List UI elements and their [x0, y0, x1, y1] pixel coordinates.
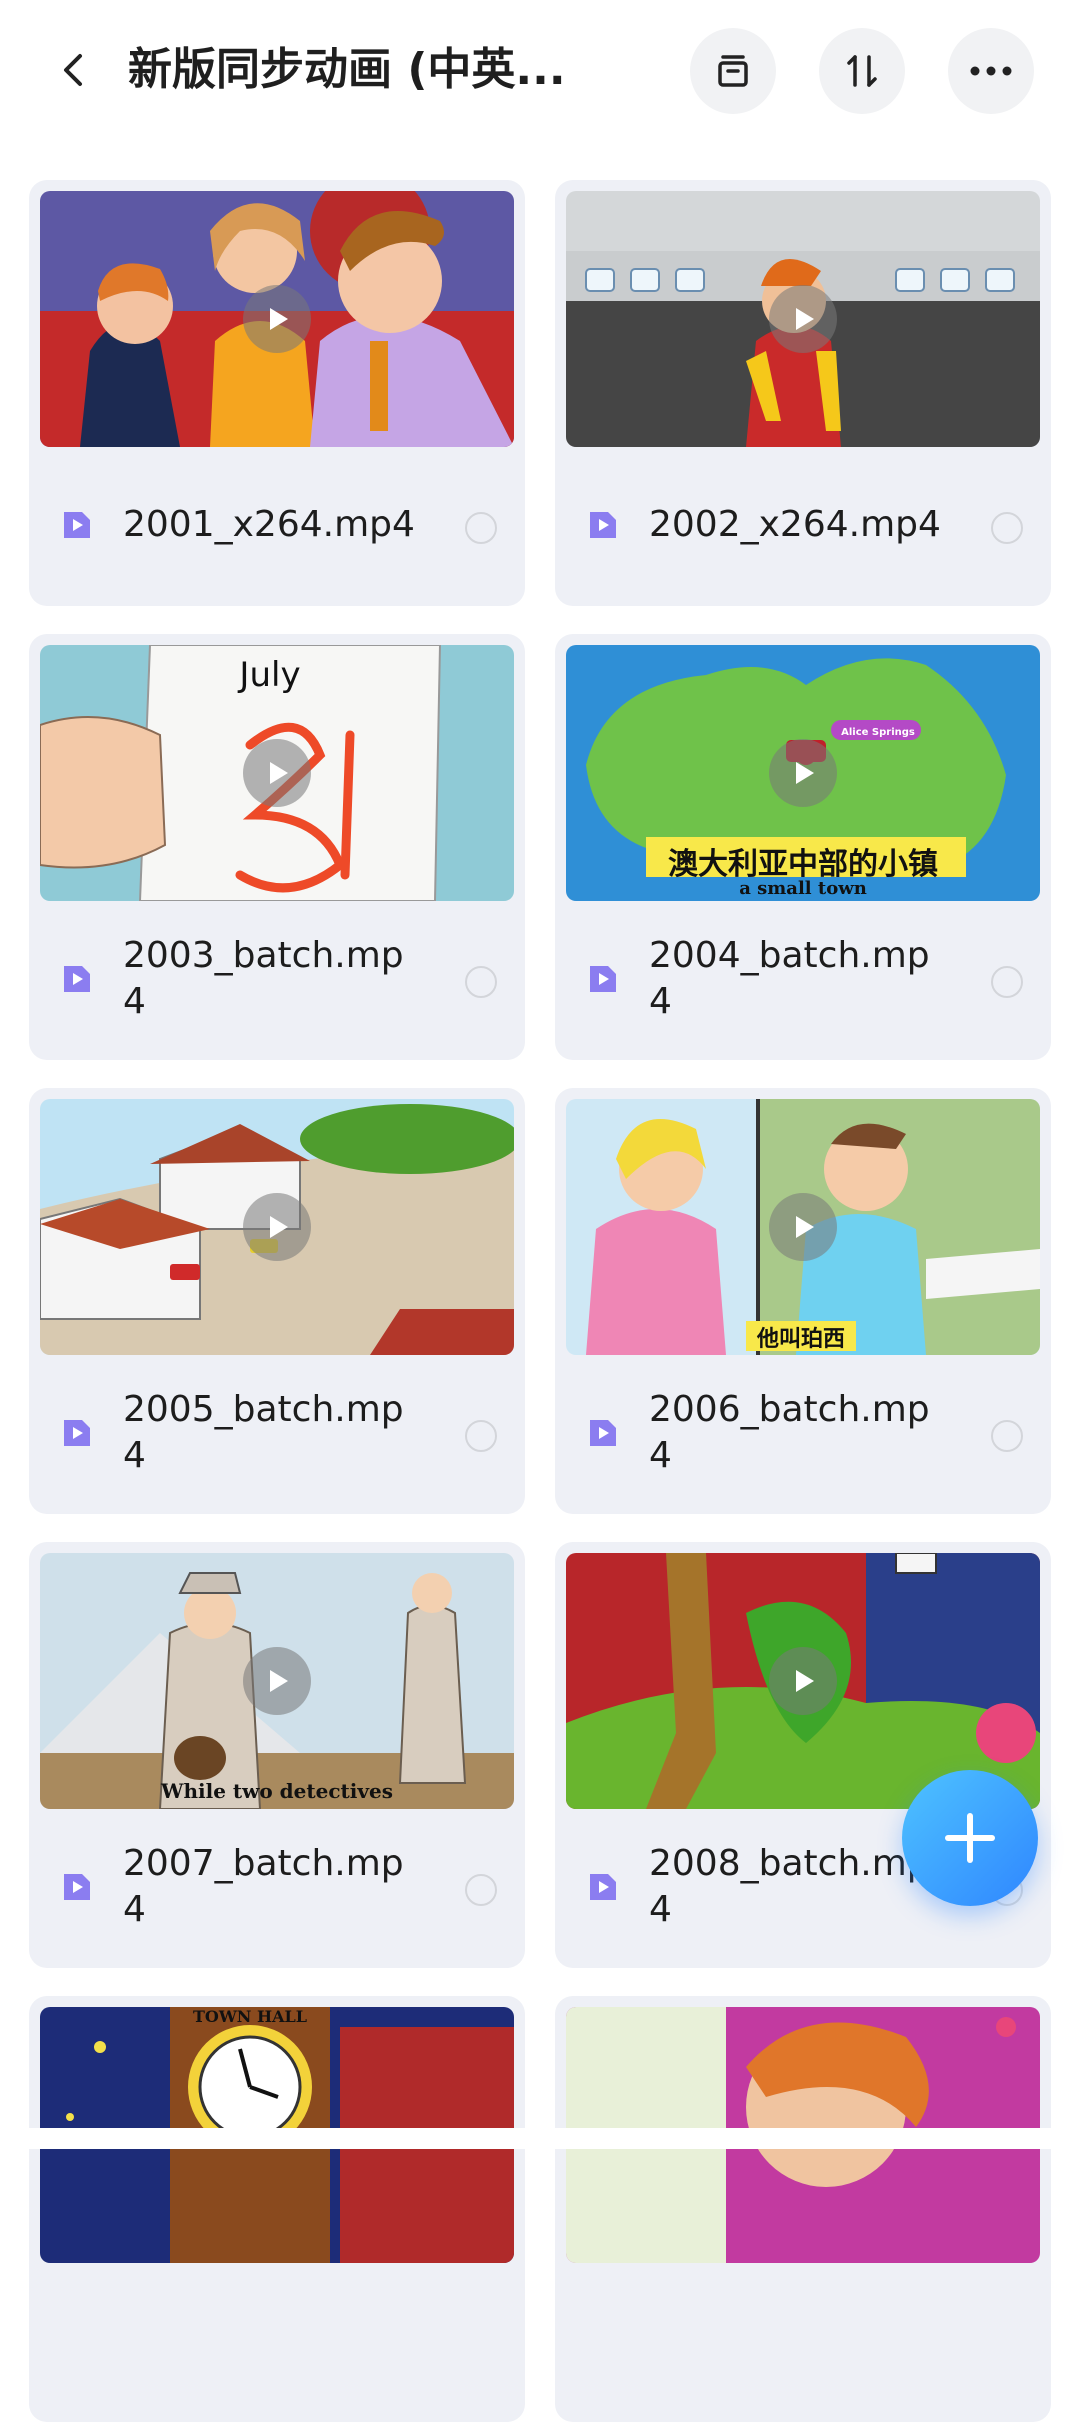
play-icon: [769, 285, 837, 353]
file-card[interactable]: TOWN HALL: [29, 1996, 525, 2422]
chevron-left-icon: [64, 54, 82, 86]
more-horizontal-icon: [970, 66, 1012, 76]
play-icon: [243, 739, 311, 807]
play-icon: [243, 1647, 311, 1715]
add-button[interactable]: [902, 1770, 1038, 1906]
select-radio[interactable]: [991, 966, 1023, 998]
file-card[interactable]: While two detectives 2007_batch.mp4: [29, 1542, 525, 1968]
back-button[interactable]: [44, 40, 104, 100]
video-file-icon: [590, 966, 616, 992]
thumbnail-caption: July: [239, 655, 301, 695]
map-label: Alice Springs: [841, 727, 915, 738]
file-card[interactable]: 他叫珀西 2006_batch.mp4: [555, 1088, 1051, 1514]
video-thumbnail[interactable]: Alice Springs 澳大利亚中部的小镇 a small town: [566, 645, 1040, 901]
play-icon: [769, 739, 837, 807]
thumbnail-caption: 他叫珀西: [756, 1327, 845, 1352]
video-file-icon: [590, 512, 616, 538]
file-name: 2004_batch.mp4: [649, 935, 930, 1022]
file-name: 2007_batch.mp4: [123, 1843, 404, 1930]
sort-icon: [847, 55, 877, 87]
play-icon: [769, 1193, 837, 1261]
file-card[interactable]: [555, 1996, 1051, 2422]
video-thumbnail[interactable]: [40, 1099, 514, 1355]
play-icon: [769, 1647, 837, 1715]
archive-button[interactable]: [690, 28, 776, 114]
select-radio[interactable]: [465, 512, 497, 544]
video-file-icon: [64, 1420, 90, 1446]
file-card[interactable]: 2002_x264.mp4: [555, 180, 1051, 606]
video-file-icon: [64, 966, 90, 992]
file-card[interactable]: Alice Springs 澳大利亚中部的小镇 a small town 200…: [555, 634, 1051, 1060]
bottom-bar: [0, 2128, 1079, 2149]
file-card[interactable]: July 2003_batch.mp4: [29, 634, 525, 1060]
top-bar: 新版同步动画 (中英...: [0, 0, 1079, 140]
play-icon: [243, 285, 311, 353]
play-icon: [243, 1193, 311, 1261]
plus-icon: [945, 1813, 995, 1863]
file-card[interactable]: 2001_x264.mp4: [29, 180, 525, 606]
page-title: 新版同步动画 (中英...: [128, 44, 566, 95]
video-thumbnail[interactable]: While two detectives: [40, 1553, 514, 1809]
video-file-icon: [64, 512, 90, 538]
file-name: 2001_x264.mp4: [123, 504, 415, 545]
file-name: 2003_batch.mp4: [123, 935, 404, 1022]
file-name: 2002_x264.mp4: [649, 504, 941, 545]
video-thumbnail[interactable]: [40, 191, 514, 447]
thumbnail-caption: While two detectives: [161, 1779, 393, 1803]
select-radio[interactable]: [991, 512, 1023, 544]
thumbnail-caption: TOWN HALL: [192, 2007, 308, 2026]
video-file-icon: [64, 1874, 90, 1900]
select-radio[interactable]: [465, 966, 497, 998]
select-radio[interactable]: [465, 1420, 497, 1452]
file-card[interactable]: 2005_batch.mp4: [29, 1088, 525, 1514]
video-thumbnail[interactable]: 他叫珀西: [566, 1099, 1040, 1355]
thumbnail-caption: 澳大利亚中部的小镇: [668, 847, 938, 882]
video-thumbnail[interactable]: July: [40, 645, 514, 901]
thumbnail-subcaption: a small town: [739, 878, 867, 899]
file-name: 2005_batch.mp4: [123, 1389, 404, 1476]
sort-button[interactable]: [819, 28, 905, 114]
video-thumbnail[interactable]: [566, 191, 1040, 447]
video-file-icon: [590, 1420, 616, 1446]
select-radio[interactable]: [991, 1420, 1023, 1452]
select-radio[interactable]: [465, 1874, 497, 1906]
video-file-icon: [590, 1874, 616, 1900]
archive-icon: [718, 55, 748, 87]
file-name: 2006_batch.mp4: [649, 1389, 930, 1476]
more-button[interactable]: [948, 28, 1034, 114]
